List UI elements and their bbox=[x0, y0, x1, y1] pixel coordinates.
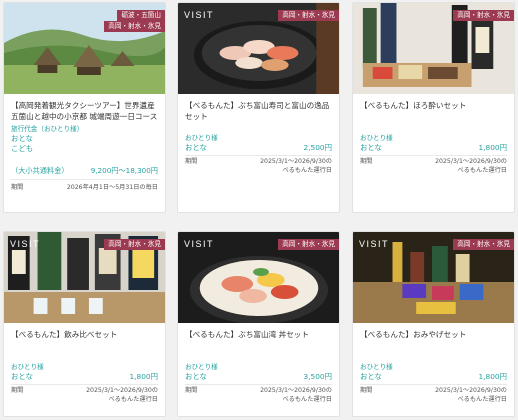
price-value: 2,500円 bbox=[303, 143, 332, 152]
fee-row: （大小共通料金） 9,200円～18,300円 bbox=[4, 166, 165, 176]
price-type: おとな bbox=[360, 143, 382, 152]
area-tag: 高岡・射水・氷見 bbox=[104, 21, 165, 32]
price-type: おとな bbox=[360, 372, 382, 381]
period-text: 2026年4月1日～5月31日の毎日 bbox=[66, 184, 158, 191]
card-title[interactable]: 【べるもんた】ぶち富山湾 丼セット bbox=[178, 323, 339, 340]
price-row: こども bbox=[4, 144, 165, 154]
price-row: おとな 1,800円 bbox=[353, 143, 514, 153]
period-row: 期間 2025/3/1～2026/9/30の べるもんた運行日 bbox=[178, 387, 339, 404]
period-text: 2025/3/1～2026/9/30の べるもんた運行日 bbox=[435, 158, 507, 174]
period-label: 期間 bbox=[360, 387, 373, 394]
card-title[interactable]: 【べるもんた】ぶち富山寿司と富山の逸品セット bbox=[178, 94, 339, 122]
price-label: おひとり様 bbox=[360, 134, 393, 142]
card-image: VISIT 高岡・射水・氷見 bbox=[178, 3, 339, 94]
price-value: 3,500円 bbox=[303, 372, 332, 381]
visit-logo: VISIT bbox=[10, 239, 41, 249]
card-title[interactable]: 【べるもんた】ほろ酔いセット bbox=[353, 94, 514, 111]
price-row: おとな 1,800円 bbox=[353, 372, 514, 382]
period-label: 期間 bbox=[185, 387, 198, 394]
price-label: おひとり様 bbox=[185, 134, 218, 142]
tour-card-omiyage-set[interactable]: VISIT 高岡・射水・氷見 【べるもんた】おみやげセット おひとり様 おとな … bbox=[352, 231, 515, 417]
price-row: おとな 3,500円 bbox=[178, 372, 339, 382]
period-text: 2025/3/1～2026/9/30の べるもんた運行日 bbox=[86, 387, 158, 403]
price-type: おとな bbox=[11, 372, 33, 381]
price-row: おとな 2,500円 bbox=[178, 143, 339, 153]
period-label: 期間 bbox=[360, 158, 373, 165]
tour-card-don-set[interactable]: VISIT 高岡・射水・氷見 【べるもんた】ぶち富山湾 丼セット おひとり様 お… bbox=[177, 231, 340, 417]
card-image: VISIT 高岡・射水・氷見 bbox=[4, 232, 165, 323]
card-title[interactable]: 【べるもんた】おみやげセット bbox=[353, 323, 514, 340]
area-tag: 高岡・射水・氷見 bbox=[278, 10, 339, 21]
visit-logo: VISIT bbox=[359, 239, 390, 249]
price-row: おとな 1,800円 bbox=[4, 372, 165, 382]
price-value: 1,800円 bbox=[129, 372, 158, 381]
tour-card-sushi-set[interactable]: VISIT 高岡・射水・氷見 【べるもんた】ぶち富山寿司と富山の逸品セット おひ… bbox=[177, 2, 340, 213]
period-text: 2025/3/1～2026/9/30の べるもんた運行日 bbox=[435, 387, 507, 403]
price-value: 1,800円 bbox=[478, 372, 507, 381]
price-label: おひとり様 bbox=[11, 363, 44, 371]
period-label: 期間 bbox=[11, 184, 24, 191]
price-label: おひとり様 bbox=[185, 363, 218, 371]
area-tag: 高岡・射水・氷見 bbox=[104, 239, 165, 250]
fee-value: 9,200円～18,300円 bbox=[90, 166, 158, 175]
price-value: 1,800円 bbox=[478, 143, 507, 152]
area-tag: 高岡・射水・氷見 bbox=[278, 239, 339, 250]
visit-logo: VISIT bbox=[184, 239, 215, 249]
price-label: おひとり様 bbox=[360, 363, 393, 371]
period-text: 2025/3/1～2026/9/30の べるもんた運行日 bbox=[260, 158, 332, 174]
fee-label: （大小共通料金） bbox=[11, 166, 69, 175]
card-title[interactable]: 【べるもんた】飲み比べセット bbox=[4, 323, 165, 340]
period-row: 期間 2025/3/1～2026/9/30の べるもんた運行日 bbox=[4, 387, 165, 404]
price-type: おとな bbox=[185, 143, 207, 152]
card-image: VISIT 高岡・射水・氷見 bbox=[178, 232, 339, 323]
area-tag: 砺波・五箇山 bbox=[117, 10, 165, 21]
price-label: 旅行代金（おひとり様） bbox=[11, 125, 84, 133]
card-image: VISIT 高岡・射水・氷見 bbox=[353, 232, 514, 323]
card-title[interactable]: 【高岡発着観光タクシーツアー】世界遺産 五箇山と越中の小京都 城端周遊一日コース bbox=[4, 94, 165, 122]
price-row: おとな bbox=[4, 134, 165, 144]
tour-card-gokayama[interactable]: 砺波・五箇山 高岡・射水・氷見 【高岡発着観光タクシーツアー】世界遺産 五箇山と… bbox=[3, 2, 166, 213]
card-image: 高岡・射水・氷見 bbox=[353, 3, 514, 94]
period-row: 期間 2025/3/1～2026/9/30の べるもんた運行日 bbox=[353, 158, 514, 175]
tour-card-horoyoi-set[interactable]: 高岡・射水・氷見 【べるもんた】ほろ酔いセット おひとり様 おとな 1,800円… bbox=[352, 2, 515, 213]
price-type: こども bbox=[11, 144, 34, 153]
period-row: 期間 2026年4月1日～5月31日の毎日 bbox=[4, 184, 165, 193]
card-image: 砺波・五箇山 高岡・射水・氷見 bbox=[4, 3, 165, 94]
price-type: おとな bbox=[185, 372, 207, 381]
tour-card-nomikurabe-set[interactable]: VISIT 高岡・射水・氷見 【べるもんた】飲み比べセット おひとり様 おとな … bbox=[3, 231, 166, 417]
visit-logo: VISIT bbox=[184, 10, 215, 20]
period-text: 2025/3/1～2026/9/30の べるもんた運行日 bbox=[260, 387, 332, 403]
period-label: 期間 bbox=[185, 158, 198, 165]
price-type: おとな bbox=[11, 134, 33, 143]
area-tag: 高岡・射水・氷見 bbox=[453, 10, 514, 21]
period-row: 期間 2025/3/1～2026/9/30の べるもんた運行日 bbox=[178, 158, 339, 175]
period-label: 期間 bbox=[11, 387, 24, 394]
area-tag: 高岡・射水・氷見 bbox=[453, 239, 514, 250]
period-row: 期間 2025/3/1～2026/9/30の べるもんた運行日 bbox=[353, 387, 514, 404]
